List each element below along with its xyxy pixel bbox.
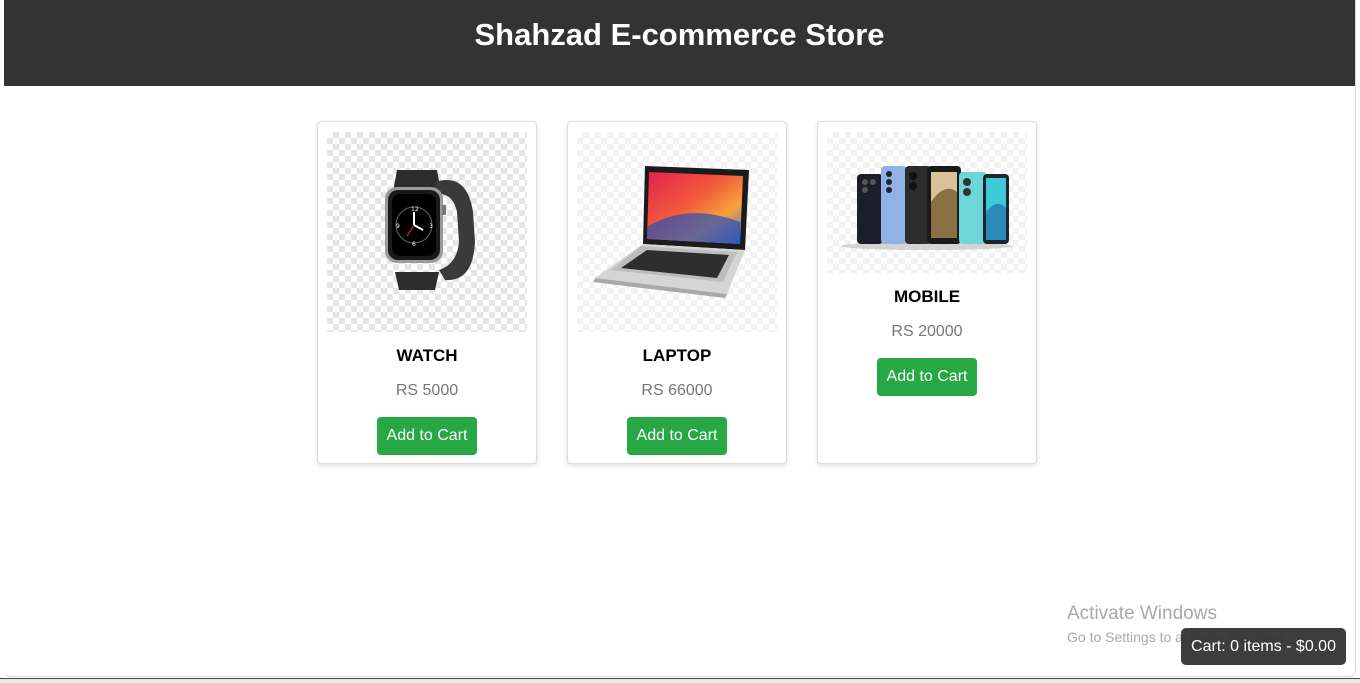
product-price: RS 5000 (395, 382, 459, 399)
add-to-cart-button[interactable]: Add to Cart (377, 417, 477, 455)
svg-text:3: 3 (429, 223, 433, 230)
smartwatch-icon: 12 3 6 9 (385, 170, 475, 290)
product-name: LAPTOP (642, 346, 712, 365)
add-to-cart-button[interactable]: Add to Cart (877, 358, 977, 396)
laptop-icon (593, 166, 749, 298)
product-price: RS 20000 (891, 323, 963, 340)
mobile-phones-icon (841, 166, 1013, 250)
svg-text:6: 6 (412, 241, 416, 248)
add-to-cart-button[interactable]: Add to Cart (627, 417, 727, 455)
store-title: Shahzad E-commerce Store (474, 17, 885, 52)
mobile-image (827, 132, 1027, 273)
page-frame: Shahzad E-commerce Store 12 3 6 9 WATCH … (4, 0, 1356, 677)
svg-text:12: 12 (411, 206, 419, 213)
watch-image: 12 3 6 9 (327, 132, 527, 332)
product-card-laptop: LAPTOP RS 66000 Add to Cart (567, 121, 787, 464)
laptop-image (577, 132, 777, 332)
store-header: Shahzad E-commerce Store (4, 0, 1355, 86)
cart-summary-badge[interactable]: Cart: 0 items - $0.00 (1181, 628, 1346, 665)
product-list: 12 3 6 9 WATCH RS 5000 Add to Cart LAPTO… (317, 121, 1037, 464)
taskbar-edge (0, 678, 1360, 683)
product-card-watch: 12 3 6 9 WATCH RS 5000 Add to Cart (317, 121, 537, 464)
product-name: MOBILE (893, 287, 961, 306)
product-price: RS 66000 (641, 382, 713, 399)
product-name: WATCH (396, 346, 458, 365)
svg-text:9: 9 (396, 223, 400, 230)
product-card-mobile: MOBILE RS 20000 Add to Cart (817, 121, 1037, 464)
